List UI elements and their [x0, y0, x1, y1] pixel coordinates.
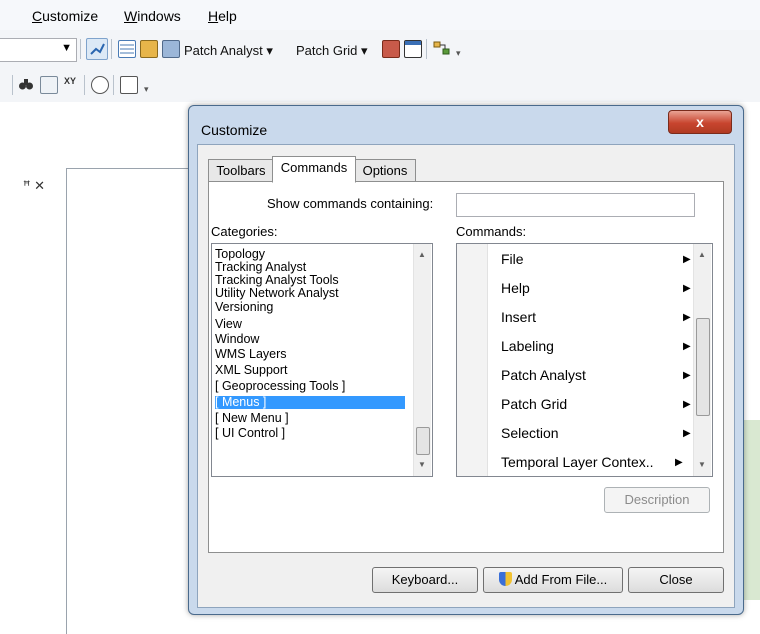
list-item[interactable]: XML Support [215, 364, 288, 377]
create-viewer-icon[interactable] [120, 76, 138, 94]
chevron-down-icon: ▾ [266, 43, 273, 58]
categories-list[interactable]: Topology Tracking Analyst Tracking Analy… [211, 243, 433, 477]
menu-customize[interactable]: Customize [32, 8, 98, 24]
show-commands-input[interactable] [456, 193, 695, 217]
chevron-down-icon: ▼ [61, 42, 72, 54]
catalog-icon[interactable] [140, 40, 158, 58]
list-item[interactable]: [ New Menu ] [215, 412, 289, 425]
submenu-arrow-icon: ▶ [683, 428, 691, 439]
submenu-arrow-icon: ▶ [683, 399, 691, 410]
binoculars-icon[interactable] [18, 76, 34, 92]
categories-label: Categories: [211, 224, 278, 239]
go-to-xy-icon[interactable]: XY [62, 76, 78, 92]
submenu-arrow-icon: ▶ [683, 312, 691, 323]
description-button[interactable]: Description [604, 487, 710, 513]
list-item[interactable]: Versioning [215, 301, 273, 314]
chevron-down-icon: ▾ [361, 43, 368, 58]
image-analysis-icon[interactable] [382, 40, 400, 58]
separator [84, 75, 85, 95]
scroll-thumb[interactable] [416, 427, 430, 455]
submenu-arrow-icon: ▶ [683, 370, 691, 381]
commands-label: Commands: [456, 224, 527, 239]
tab-toolbars[interactable]: Toolbars [208, 159, 274, 183]
attribute-table-icon[interactable] [118, 40, 136, 58]
tab-commands[interactable]: Commands [272, 156, 356, 183]
patch-grid-menu[interactable]: Patch Grid ▾ [296, 43, 368, 59]
keyboard-button[interactable]: Keyboard... [372, 567, 478, 593]
shield-icon [498, 572, 512, 586]
submenu-arrow-icon: ▶ [683, 341, 691, 352]
list-item[interactable]: [ UI Control ] [215, 427, 285, 440]
edit-vertices-icon[interactable] [86, 38, 108, 60]
commands-scrollbar[interactable]: ▲ ▼ [693, 244, 711, 476]
separator [80, 39, 81, 59]
scroll-down-icon[interactable]: ▼ [698, 460, 706, 469]
show-commands-label: Show commands containing: [267, 196, 434, 211]
close-button[interactable]: Close [628, 567, 724, 593]
toolbox-icon[interactable] [162, 40, 180, 58]
menu-help[interactable]: Help [208, 8, 237, 24]
patch-analyst-menu[interactable]: Patch Analyst ▾ [184, 43, 273, 59]
list-item[interactable]: View [215, 318, 242, 331]
toolbar-options-icon[interactable]: ▾ [144, 84, 152, 94]
close-icon[interactable]: x [668, 110, 732, 134]
scroll-down-icon[interactable]: ▼ [418, 460, 426, 469]
list-item[interactable]: Window [215, 333, 259, 346]
list-item[interactable]: Utility Network Analyst [215, 287, 339, 300]
submenu-arrow-icon: ▶ [683, 254, 691, 265]
dialog-body: Toolbars Commands Options Show commands … [197, 144, 735, 608]
panel-border [66, 168, 206, 169]
separator [12, 75, 13, 95]
dialog-title: Customize [201, 122, 268, 138]
toolbar-row-2: XY ▾ [0, 68, 760, 102]
add-from-file-button[interactable]: Add From File... [483, 567, 623, 593]
separator [113, 75, 114, 95]
menu-bar: Customize Windows Help [0, 0, 760, 30]
separator [111, 39, 112, 59]
list-item[interactable]: [ Geoprocessing Tools ] [215, 380, 345, 393]
pin-icon[interactable]: ꟸ ✕ [23, 178, 45, 194]
scroll-up-icon[interactable]: ▲ [698, 250, 706, 259]
toolbar-row-1: ▼ Patch Analyst ▾ Patch Grid ▾ ▾ [0, 30, 760, 68]
panel-border [66, 168, 67, 634]
categories-scrollbar[interactable]: ▲ ▼ [413, 244, 431, 476]
tab-options[interactable]: Options [354, 159, 416, 183]
list-item-selected[interactable]: [ Menus ] [215, 396, 405, 409]
submenu-arrow-icon: ▶ [683, 283, 691, 294]
route-icon[interactable] [40, 76, 58, 94]
list-item[interactable]: WMS Layers [215, 348, 287, 361]
separator [426, 39, 427, 59]
commands-list[interactable]: File ▶ Help ▶ Insert ▶ Labeling ▶ Patch Anal… [456, 243, 713, 477]
combo-dropdown[interactable]: ▼ [0, 38, 77, 62]
menu-windows[interactable]: Windows [124, 8, 181, 24]
scroll-up-icon[interactable]: ▲ [418, 250, 426, 259]
time-slider-icon[interactable] [91, 76, 109, 94]
toolbar-options-icon[interactable]: ▾ [456, 48, 464, 58]
model-builder-icon[interactable] [433, 40, 450, 56]
window-icon[interactable] [404, 40, 422, 58]
customize-dialog: Customize x Toolbars Commands Options Sh… [188, 105, 744, 615]
submenu-arrow-icon: ▶ [675, 457, 683, 468]
command-icon-column [457, 244, 488, 476]
commands-tab-page: Show commands containing: Categories: Co… [208, 181, 724, 553]
scroll-thumb[interactable] [696, 318, 710, 416]
